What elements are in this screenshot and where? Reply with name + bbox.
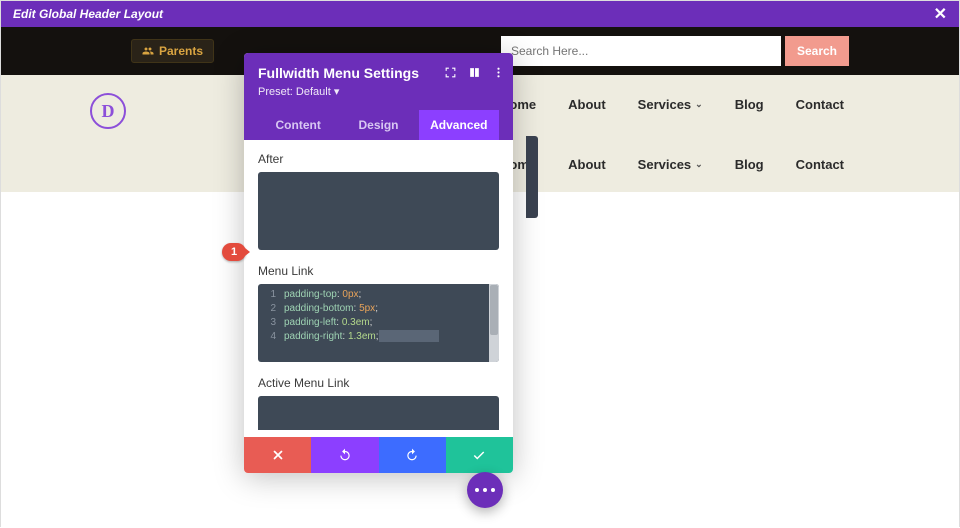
chevron-down-icon: ⌄	[695, 99, 703, 110]
fab-more-icon[interactable]	[467, 472, 503, 508]
panel-preset[interactable]: Preset: Default ▾	[258, 85, 499, 98]
page-title: Edit Global Header Layout	[13, 7, 163, 21]
code-after[interactable]	[258, 172, 499, 250]
nav-services-2[interactable]: Services⌄	[638, 157, 703, 172]
search-input[interactable]	[501, 36, 781, 66]
label-menu-link: Menu Link	[258, 264, 499, 278]
code-active-menu-link[interactable]	[258, 396, 499, 430]
save-button[interactable]	[446, 437, 513, 473]
chevron-down-icon: ⌄	[695, 159, 703, 170]
parents-label: Parents	[159, 44, 203, 58]
scrollbar[interactable]	[489, 284, 499, 362]
panel-body: After Menu Link 1padding-top: 0px; 2padd…	[244, 140, 513, 430]
close-icon[interactable]: ✕	[934, 4, 947, 24]
panel-tabs: Content Design Advanced	[258, 110, 499, 140]
nav-services[interactable]: Services⌄	[638, 97, 703, 112]
users-icon	[142, 45, 154, 57]
primary-nav-1: Home About Services⌄ Blog Contact	[500, 97, 844, 112]
menu-dots-icon[interactable]	[491, 65, 505, 79]
nav-about-2[interactable]: About	[568, 157, 606, 172]
panel-footer	[244, 437, 513, 473]
primary-nav-2: Home About Services⌄ Blog Contact	[500, 157, 844, 172]
tab-content[interactable]: Content	[258, 110, 338, 140]
nav-contact[interactable]: Contact	[796, 97, 844, 112]
redo-button[interactable]	[379, 437, 446, 473]
site-logo[interactable]: D	[90, 93, 126, 129]
parents-link[interactable]: Parents	[131, 39, 214, 63]
search-button[interactable]: Search	[785, 36, 849, 66]
nav-about[interactable]: About	[568, 97, 606, 112]
editor-top-bar: Edit Global Header Layout ✕	[1, 1, 959, 27]
search-wrap: Search	[501, 36, 849, 66]
panel-header: Fullwidth Menu Settings Preset: Default …	[244, 53, 513, 140]
code-menu-link[interactable]: 1padding-top: 0px; 2padding-bottom: 5px;…	[258, 284, 499, 362]
annotation-badge-1: 1	[222, 243, 246, 261]
label-active-menu-link: Active Menu Link	[258, 376, 499, 390]
column-icon[interactable]	[467, 65, 481, 79]
nav-blog-2[interactable]: Blog	[735, 157, 764, 172]
scrollbar-thumb[interactable]	[490, 285, 498, 335]
module-handle[interactable]	[526, 136, 538, 218]
tab-advanced[interactable]: Advanced	[419, 110, 499, 140]
cursor	[379, 330, 439, 342]
settings-panel: Fullwidth Menu Settings Preset: Default …	[244, 53, 513, 473]
expand-icon[interactable]	[443, 65, 457, 79]
label-after: After	[258, 152, 499, 166]
nav-blog[interactable]: Blog	[735, 97, 764, 112]
tab-design[interactable]: Design	[338, 110, 418, 140]
nav-contact-2[interactable]: Contact	[796, 157, 844, 172]
cancel-button[interactable]	[244, 437, 311, 473]
undo-button[interactable]	[311, 437, 378, 473]
